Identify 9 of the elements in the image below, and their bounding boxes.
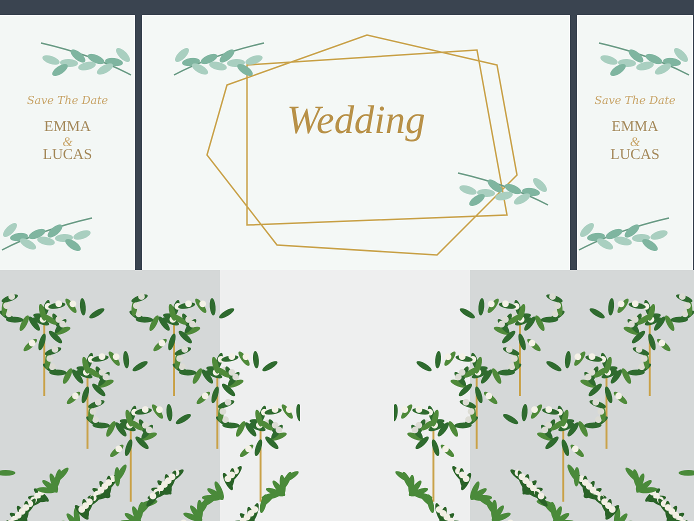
ampersand: &: [62, 134, 73, 148]
wedding-title: Wedding: [286, 100, 426, 140]
save-the-date-heading: Save The Date: [594, 93, 676, 109]
bride-name: EMMA: [44, 120, 91, 134]
groom-name: LUCAS: [42, 148, 92, 162]
save-the-date-heading: Save The Date: [26, 93, 108, 109]
groom-name: LUCAS: [610, 148, 660, 162]
ampersand: &: [630, 134, 640, 148]
bride-name: EMMA: [612, 120, 658, 134]
